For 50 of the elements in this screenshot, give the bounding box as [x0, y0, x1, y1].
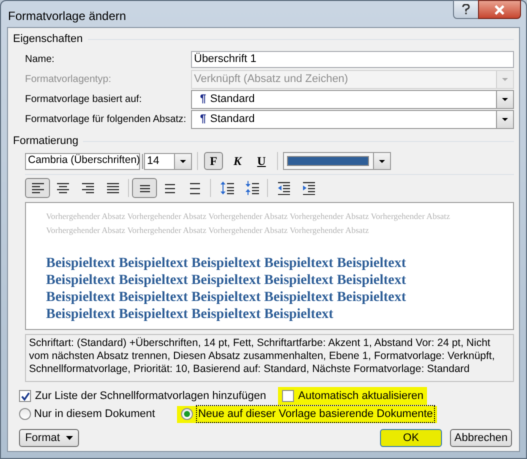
left-align-icon — [30, 181, 44, 195]
group-label: Formatierung — [13, 134, 78, 150]
center-align-icon — [56, 181, 70, 195]
close-button[interactable] — [478, 0, 521, 19]
caret-icon — [66, 436, 73, 440]
field-label: Formatvorlagentyp: — [25, 73, 112, 87]
style-description: Schriftart: (Standard) +Überschriften, 14 pt, Fett, Schriftartfarbe: Akzent 1, Abstand Vor: 24 pt, Nicht vom nächsten Absatz trennen, Diesen Absatz zusammenhalten, Ebene 1, Formatvorlage: Verknüpft, Schnellformatvorlage, Priorität: 10, Basierend auf: Standard, Nächste Formatvorlage: Standard — [29, 337, 496, 376]
field-label: Formatvorlage basiert auf: — [25, 93, 143, 107]
radio-button[interactable]: Neue auf dieser Vorlage basierende Dokumente — [177, 406, 437, 422]
italic-button[interactable]: K — [228, 152, 247, 170]
close-icon — [494, 4, 505, 14]
justify-align-icon — [106, 181, 120, 195]
caret-icon — [378, 158, 386, 164]
font-size-dropdown[interactable]: 14 — [144, 152, 192, 170]
sample-text: Beispieltext Beispieltext Beispieltext Beispieltext Beispieltext Beispieltext Beispieltext Beispieltext Beispieltext Beispieltext Beispieltext Beispieltext Beispieltext Beispieltext Beispieltext Beispieltext Beispieltext Beispieltext Beispieltext — [46, 255, 408, 323]
indent-icon — [276, 181, 290, 195]
caret-icon — [501, 77, 509, 82]
help-button[interactable] — [453, 0, 479, 19]
help-icon — [462, 4, 470, 15]
window-title: Formatvorlage ändern — [8, 8, 126, 25]
cancel-button[interactable]: Abbrechen — [450, 429, 512, 447]
field-label: Name: — [25, 53, 56, 67]
caret-icon — [501, 97, 509, 102]
right-align-icon — [80, 181, 94, 195]
previous-paragraph-text: Vorhergehender Absatz Vorhergehender Absatz Vorhergehender Absatz Vorhergehender Absatz Vorhergehender Absatz Vorhergehender Absatz Vorhergehender Absatz Vorhergehender Absatz Vorhergehender Absatz — [46, 210, 452, 237]
pilcrow-icon: ¶ — [200, 91, 206, 108]
group-label: Eigenschaften — [13, 32, 83, 48]
pilcrow-icon: ¶ — [200, 111, 206, 128]
caret-icon — [179, 158, 187, 164]
ok-button[interactable]: OK — [380, 429, 442, 447]
check-icon — [20, 392, 30, 400]
style-dropdown[interactable]: ¶ Standard — [191, 90, 514, 109]
double-spacing-icon — [188, 181, 202, 195]
format-menu-button[interactable]: Format — [19, 429, 79, 447]
radio-button[interactable]: Nur in diesem Dokument — [19, 406, 158, 422]
indent-icon — [302, 181, 316, 195]
single-spacing-button[interactable] — [132, 178, 157, 198]
field-label: Formatvorlage für folgenden Absatz: — [25, 113, 188, 127]
underline-button[interactable]: U — [252, 152, 271, 170]
left-align-button[interactable] — [25, 178, 50, 198]
checkbox[interactable]: Zur Liste der Schnellformatvorlagen hinzufügen — [19, 387, 270, 405]
name-field[interactable]: Überschrift 1 — [191, 51, 514, 68]
font-color-dropdown[interactable] — [283, 152, 391, 170]
caret-icon — [501, 117, 509, 122]
paragraph-spacing-icon — [244, 181, 258, 195]
checkbox[interactable]: Automatisch aktualisieren — [278, 387, 428, 405]
bold-button[interactable]: F — [204, 152, 223, 170]
paragraph-spacing-icon — [220, 181, 234, 195]
style-dropdown[interactable]: ¶ Standard — [191, 110, 514, 129]
onehalf-spacing-icon — [162, 181, 176, 195]
